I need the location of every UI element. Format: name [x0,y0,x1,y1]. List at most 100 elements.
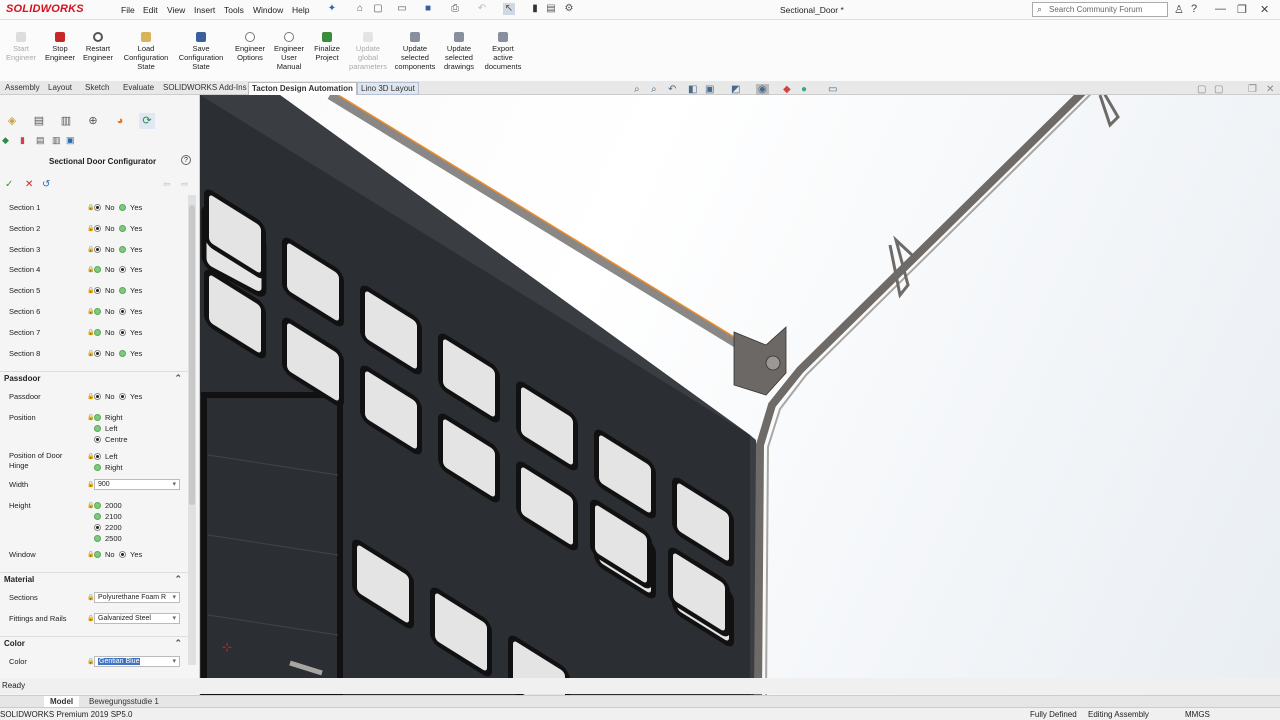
display-manager-icon[interactable]: ◕ [112,113,128,129]
traffic-light-icon[interactable]: ▮ [529,3,541,15]
tab-layout[interactable]: Layout [45,82,75,95]
height-2100-radio[interactable] [94,513,101,520]
tree-small-icon[interactable]: ▤ [36,135,45,146]
options-gear-icon[interactable]: ⚙ [563,3,575,15]
section-no-radio[interactable] [94,328,101,336]
passdoor-yes-radio[interactable] [119,393,126,400]
height-2200-radio[interactable] [94,524,101,531]
tab-assembly[interactable]: Assembly [2,82,43,95]
window-yes-radio[interactable] [119,551,126,558]
help-icon[interactable]: ? [1191,3,1197,15]
hinge-right-radio[interactable] [94,464,101,471]
viewport-close-icon[interactable]: ✕ [1266,84,1274,95]
hide-show-icon[interactable]: ◉ [756,84,769,95]
tab-sketch[interactable]: Sketch [82,82,112,95]
appearance-icon[interactable]: ◆ [783,84,791,95]
collapse-chevron-icon[interactable]: ⌃ [174,638,182,649]
menu-help[interactable]: Help [292,5,309,15]
zoom-to-fit-icon[interactable]: ⌕ [634,84,640,95]
section-no-radio[interactable] [94,287,101,295]
section-yes-radio[interactable] [119,308,126,315]
pin-icon[interactable]: ✦ [326,3,338,15]
viewport-maximize-icon[interactable]: ❐ [1248,84,1257,95]
load-configuration-button[interactable]: Load Configuration State [119,32,173,71]
view-settings-icon[interactable]: ▭ [828,84,837,95]
units-status[interactable]: MMGS [1185,710,1210,719]
position-centre-radio[interactable] [94,436,101,443]
undo-icon[interactable]: ↶ [476,3,488,15]
menu-window[interactable]: Window [253,5,283,15]
list-small-icon[interactable]: ▥ [52,135,61,146]
dimxpert-icon[interactable]: ⊕ [85,113,101,129]
select-arrow-icon[interactable]: ↖ [503,3,515,15]
engineer-options-button[interactable]: Engineer Options [232,32,268,62]
restore-icon[interactable]: ❐ [1237,3,1247,16]
height-2500-radio[interactable] [94,535,101,542]
stop-engineer-button[interactable]: Stop Engineer [43,32,77,62]
tab-lino-3d-layout[interactable]: Lino 3D Layout [357,82,419,95]
menu-view[interactable]: View [167,5,185,15]
property-manager-icon[interactable]: ▤ [31,113,47,129]
menu-file[interactable]: File [121,5,135,15]
confirm-check-icon[interactable]: ✓ [5,179,13,190]
color-group-header[interactable]: Color ⌃ [0,636,188,650]
collapse-chevron-icon[interactable]: ⌃ [174,574,182,585]
finalize-project-button[interactable]: Finalize Project [310,32,344,62]
collapse-chevron-icon[interactable]: ⌃ [174,373,182,384]
section-no-radio[interactable] [94,224,101,232]
height-2000-radio[interactable] [94,502,101,509]
tab-evaluate[interactable]: Evaluate [120,82,157,95]
position-left-radio[interactable] [94,425,101,432]
minimize-icon[interactable]: — [1215,3,1226,15]
solidworks-logo[interactable]: SOLIDWORKS [6,3,84,15]
color-dropdown[interactable]: Gentian Blue ▾ [94,656,180,667]
window-no-radio[interactable] [94,551,101,558]
viewport-tile-icon[interactable]: ▢ [1214,84,1223,95]
viewport-restore-icon[interactable]: ▢ [1197,84,1206,95]
save-configuration-button[interactable]: Save Configuration State [176,32,226,71]
panel-scrollbar-thumb[interactable] [189,205,195,505]
open-folder-icon[interactable]: ▭ [396,3,408,15]
update-selected-drawings-button[interactable]: Update selected drawings [440,32,478,71]
update-global-parameters-button[interactable]: Update global parameters [347,32,389,71]
menu-insert[interactable]: Insert [194,5,215,15]
new-document-icon[interactable]: ▢ [372,3,384,15]
section-view-icon[interactable]: ◧ [688,84,697,95]
back-icon[interactable]: ⇦ [163,179,171,190]
section-yes-radio[interactable] [119,245,126,253]
section-yes-radio[interactable] [119,287,126,295]
forward-icon[interactable]: ⇨ [181,179,189,190]
view-orientation-icon[interactable]: ▣ [705,84,714,95]
menu-tools[interactable]: Tools [224,5,244,15]
tacton-configurator-icon[interactable]: ⟳ [139,113,155,129]
home-icon[interactable]: ⌂ [354,3,366,15]
position-right-radio[interactable] [94,414,101,421]
section-yes-radio[interactable] [119,266,126,274]
engineer-user-manual-button[interactable]: Engineer User Manual [272,32,306,71]
section-yes-radio[interactable] [119,224,126,232]
configuration-manager-icon[interactable]: ▥ [58,113,74,129]
save-icon[interactable]: ■ [422,3,434,15]
graphics-viewport[interactable]: Isometric ⊹ [200,95,1280,695]
search-input[interactable]: ⌕ Search Community Forum [1032,2,1168,17]
passdoor-no-radio[interactable] [94,393,101,400]
width-dropdown[interactable]: 900 ▾ [94,479,180,490]
sections-material-dropdown[interactable]: Polyurethane Foam R ▾ [94,592,180,603]
export-small-icon[interactable]: ▣ [66,135,75,146]
traffic-small-icon[interactable]: ▮ [20,135,25,146]
previous-view-icon[interactable]: ↶ [668,84,676,95]
tab-tacton-design-automation[interactable]: Tacton Design Automation [248,82,357,95]
file-properties-icon[interactable]: ▤ [545,3,557,15]
section-no-radio[interactable] [94,204,101,211]
section-yes-radio[interactable] [119,328,126,336]
export-active-documents-button[interactable]: Export active documents [482,32,524,71]
scene-icon[interactable]: ● [801,84,807,95]
zoom-to-area-icon[interactable]: ⌕ [651,84,657,95]
restart-engineer-button[interactable]: Restart Engineer [82,32,114,62]
hinge-left-radio[interactable] [94,453,101,460]
feature-manager-icon[interactable]: ◈ [4,113,20,129]
undo-arrow-icon[interactable]: ↺ [42,179,50,190]
display-style-icon[interactable]: ◩ [731,84,740,95]
section-no-radio[interactable] [94,308,101,315]
fittings-dropdown[interactable]: Galvanized Steel ▾ [94,613,180,624]
